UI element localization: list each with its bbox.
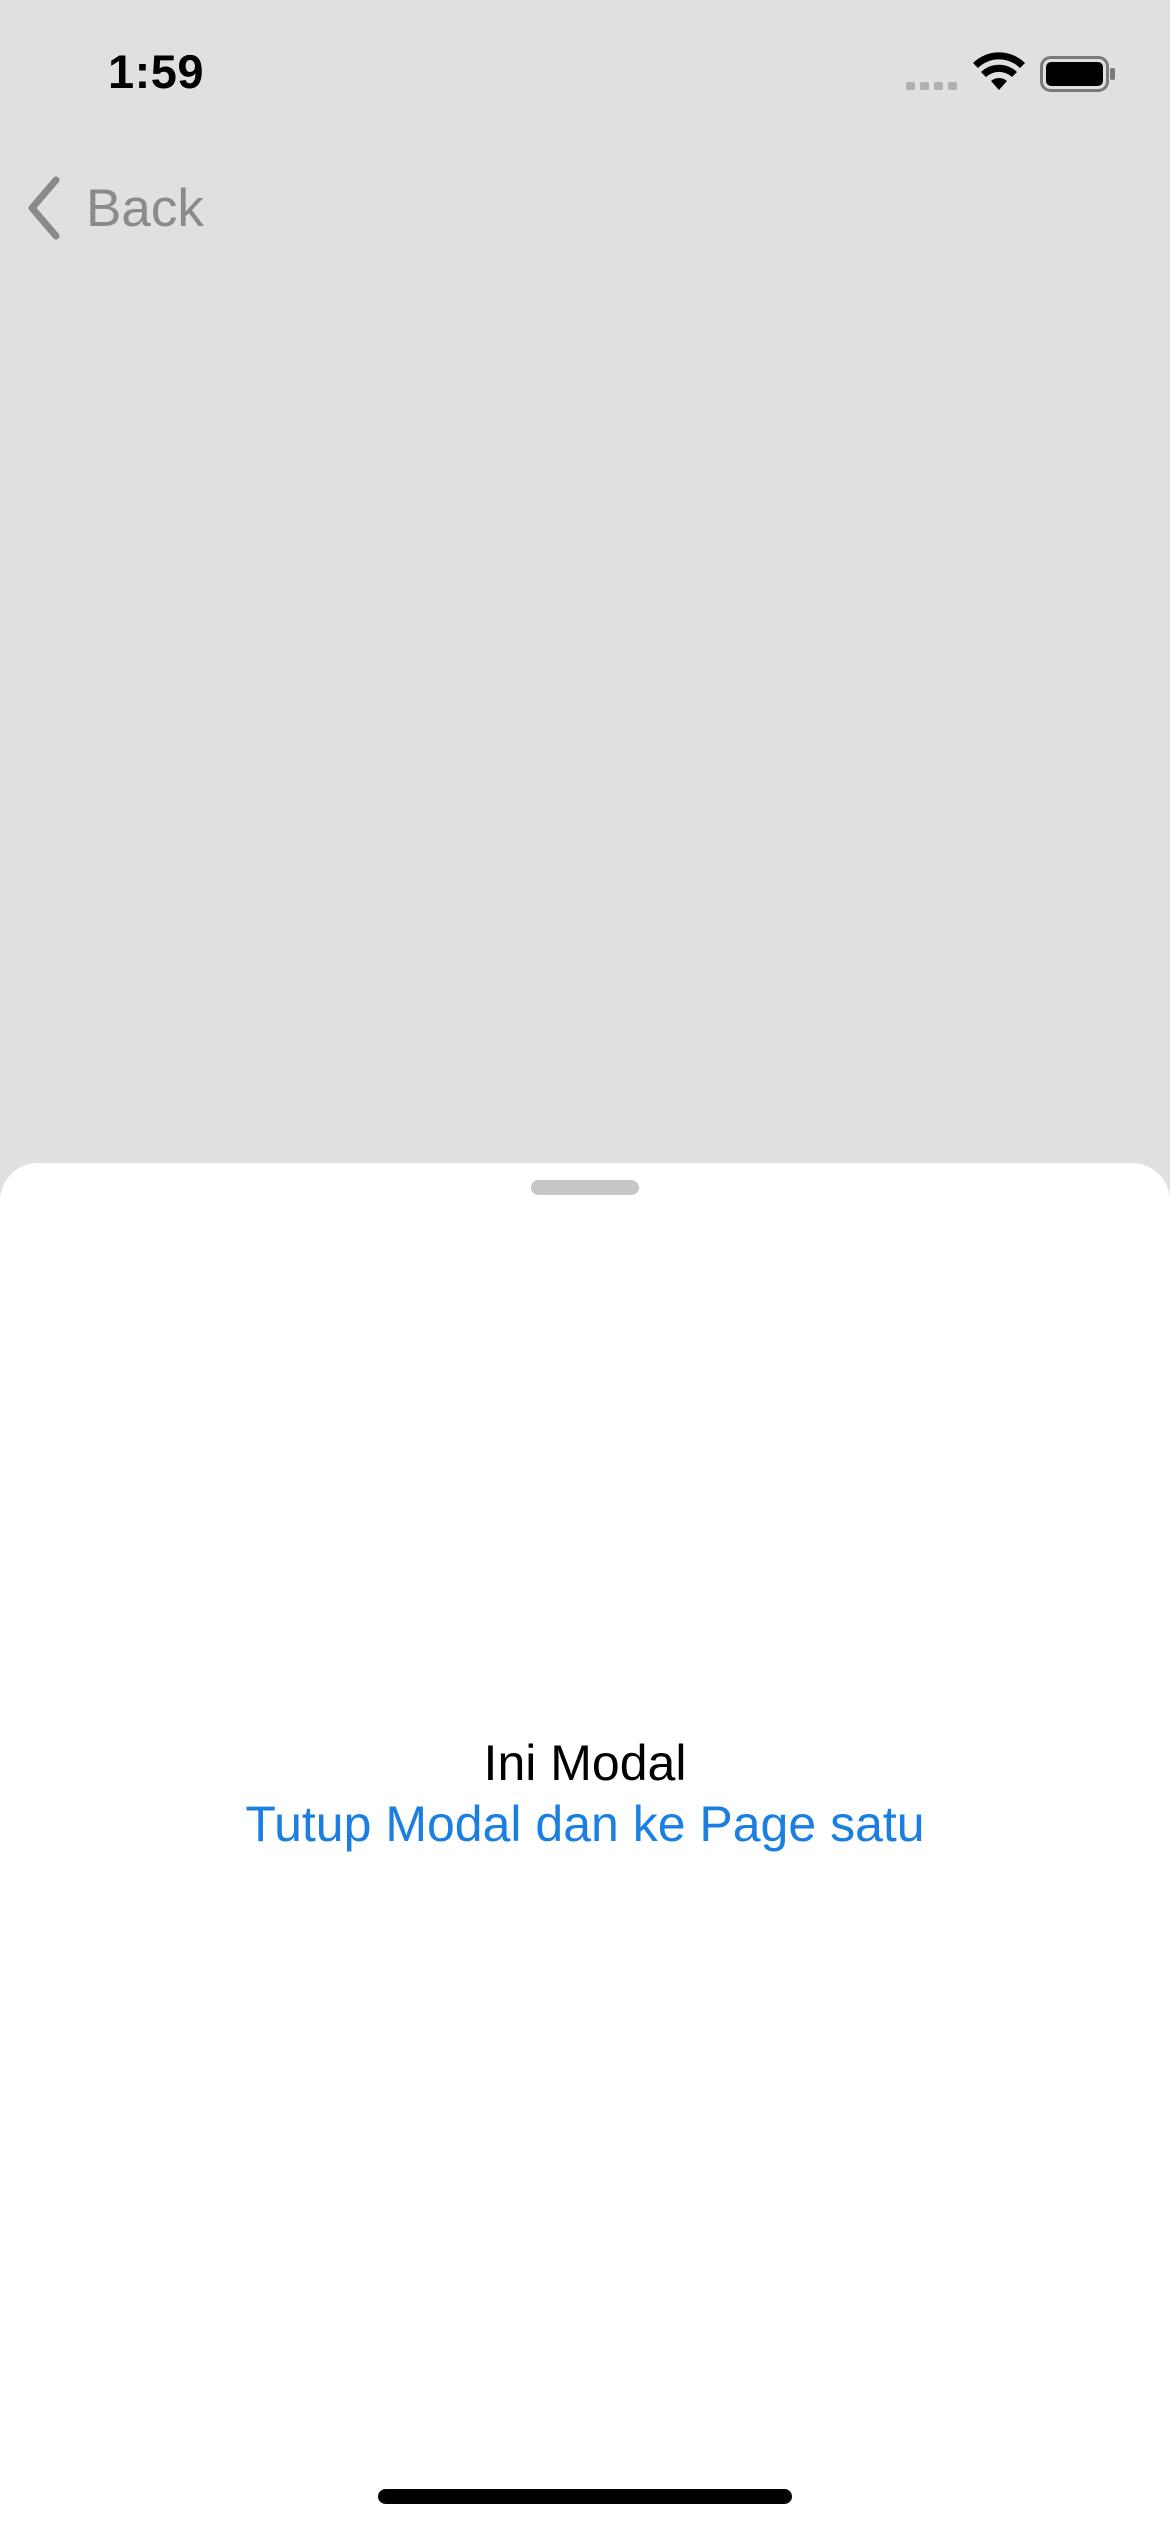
sheet-grabber[interactable] xyxy=(531,1180,639,1195)
home-indicator[interactable] xyxy=(378,2489,792,2504)
close-modal-link[interactable]: Tutup Modal dan ke Page satu xyxy=(245,1793,924,1855)
battery-icon xyxy=(1040,56,1115,92)
chevron-left-icon xyxy=(28,176,60,240)
modal-content: Ini Modal Tutup Modal dan ke Page satu xyxy=(0,1733,1170,1855)
modal-title: Ini Modal xyxy=(483,1735,687,1791)
back-button[interactable]: Back xyxy=(24,172,204,244)
screen: 1:59 Back Ini Modal Tutup Modal dan ke P… xyxy=(0,0,1170,2532)
status-time: 1:59 xyxy=(108,45,205,98)
wifi-icon xyxy=(973,52,1025,90)
back-label: Back xyxy=(86,178,204,238)
modal-sheet: Ini Modal Tutup Modal dan ke Page satu xyxy=(0,1163,1170,2532)
status-bar: 1:59 xyxy=(0,0,1170,140)
cellular-signal-icon xyxy=(906,82,957,90)
